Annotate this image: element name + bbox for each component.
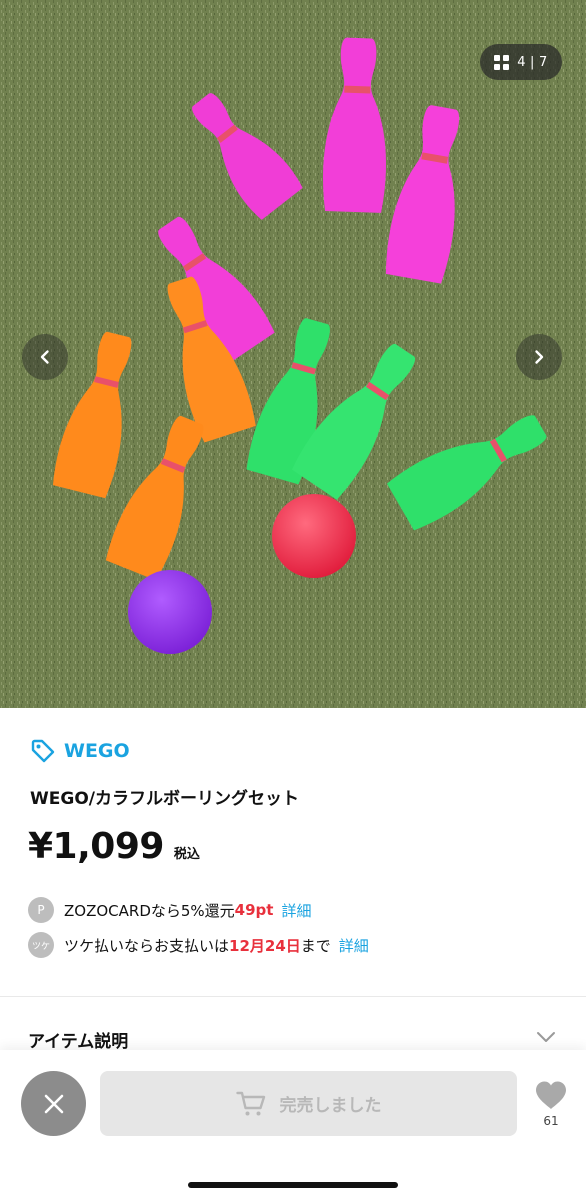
benefit-detail-link[interactable]: 詳細 xyxy=(339,935,369,956)
chevron-down-icon[interactable] xyxy=(536,1030,556,1044)
benefit-date: 12月24日 xyxy=(229,936,301,955)
zozocard-benefit: P ZOZOCARDなら5%還元 49pt 詳細 xyxy=(28,897,311,923)
benefit-text: ZOZOCARDなら5%還元 xyxy=(64,901,235,920)
favorite-button[interactable]: 61 xyxy=(530,1080,572,1128)
tag-icon xyxy=(31,739,55,763)
close-button[interactable] xyxy=(21,1071,86,1136)
cart-icon xyxy=(235,1091,265,1115)
previous-image-button[interactable] xyxy=(22,334,68,380)
product-photo xyxy=(0,0,586,708)
chevron-left-icon xyxy=(40,350,49,364)
product-price: ¥1,099 xyxy=(28,826,164,867)
points-badge-icon: P xyxy=(28,897,54,923)
item-description-header[interactable]: アイテム説明 xyxy=(28,1027,128,1052)
counter-total: 7 xyxy=(538,54,548,70)
counter-separator: | xyxy=(530,54,535,70)
sold-out-label: 完売しました xyxy=(279,1096,382,1116)
brand-name: WEGO xyxy=(64,740,130,762)
image-counter[interactable]: 4 | 7 xyxy=(480,44,562,80)
benefit-detail-link[interactable]: 詳細 xyxy=(281,900,311,921)
heart-icon xyxy=(536,1081,566,1109)
close-icon xyxy=(44,1094,63,1113)
divider xyxy=(0,996,586,997)
chevron-right-icon xyxy=(535,350,544,364)
favorite-count: 61 xyxy=(543,1114,559,1128)
benefit-text-suffix: まで xyxy=(300,936,331,955)
home-indicator xyxy=(188,1182,398,1188)
sold-out-button[interactable]: 完売しました xyxy=(100,1071,517,1136)
next-image-button[interactable] xyxy=(516,334,562,380)
tax-label: 税込 xyxy=(173,847,200,862)
price-row: ¥1,099 税込 xyxy=(28,826,200,867)
benefit-text: ツケ払いならお支払いは xyxy=(64,936,230,955)
grid-icon xyxy=(494,54,510,70)
brand-link[interactable]: WEGO xyxy=(30,738,130,764)
benefit-points: 49pt xyxy=(234,901,274,919)
tsuke-payment-benefit: ツケ ツケ払いならお支払いは 12月24日 まで 詳細 xyxy=(28,932,369,958)
tsuke-badge-icon: ツケ xyxy=(28,932,54,958)
product-title: WEGO/カラフルボーリングセット xyxy=(30,789,299,809)
product-image-gallery[interactable]: 4 | 7 xyxy=(0,0,586,708)
counter-current: 4 xyxy=(517,54,527,70)
